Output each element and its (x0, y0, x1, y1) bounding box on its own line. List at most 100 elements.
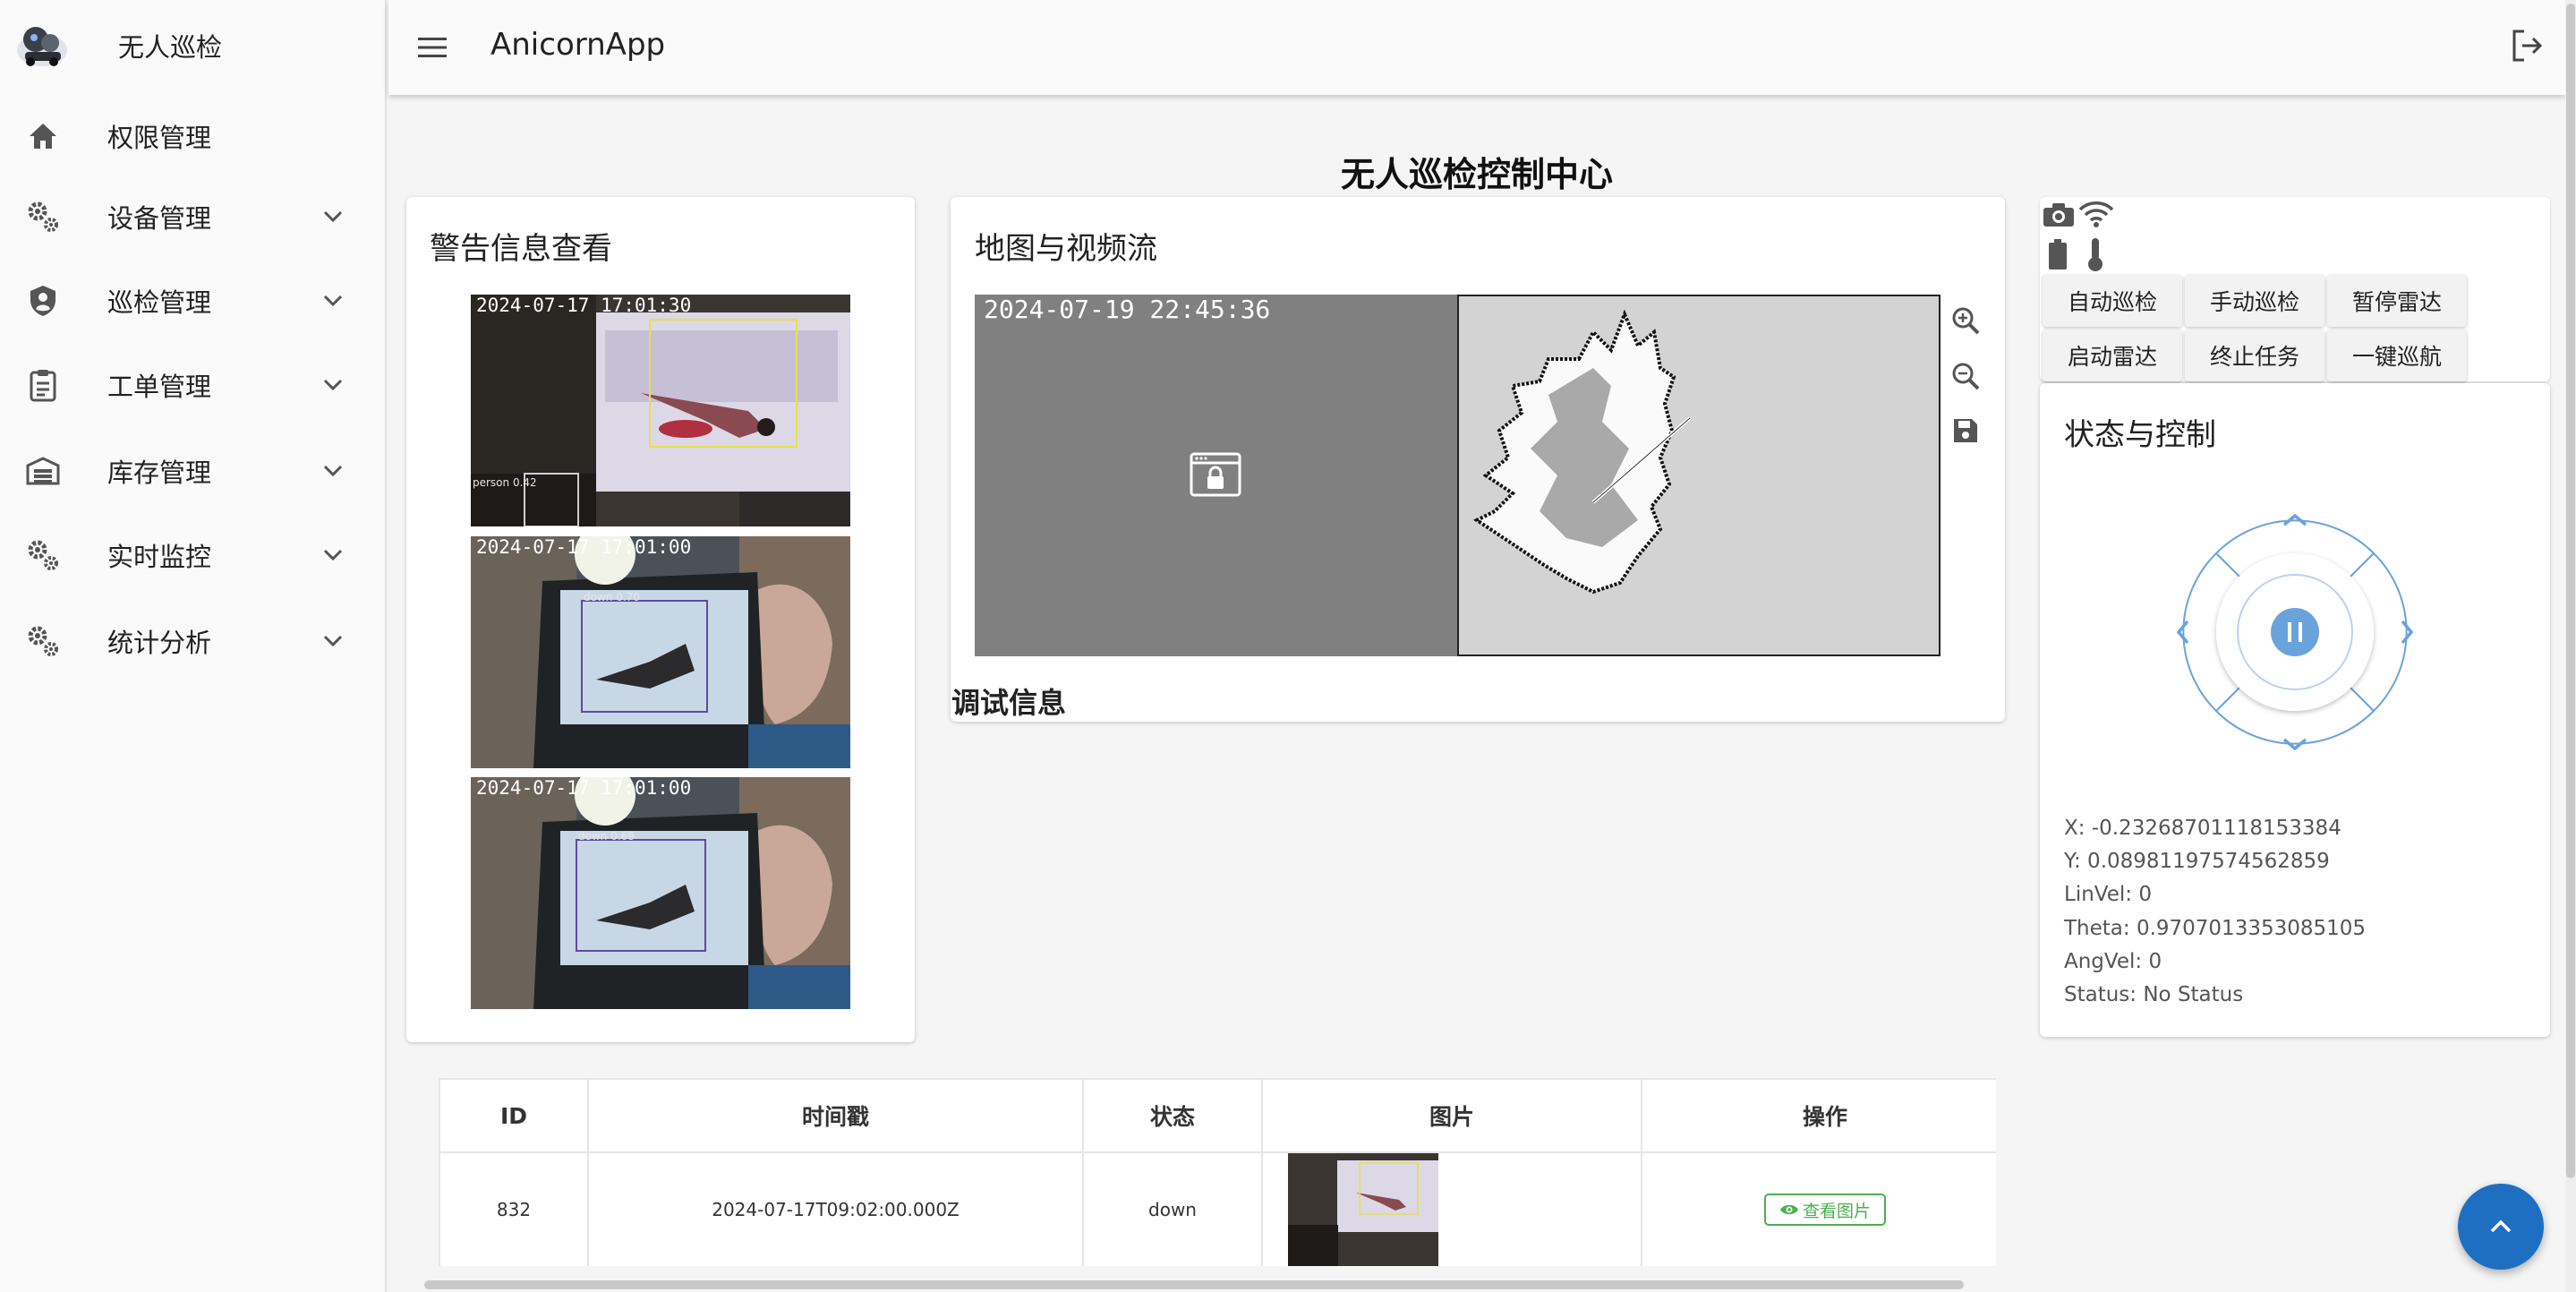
alert-photo: down 0.70 (471, 536, 850, 768)
eye-icon (1779, 1204, 1798, 1215)
zoom-in-button[interactable] (1948, 303, 1983, 338)
readout-x: X: -0.23268701118153384 (2064, 817, 2341, 840)
terminate-task-button[interactable]: 终止任务 (2185, 329, 2324, 381)
top-app-bar: AnicornApp (388, 0, 2565, 95)
warehouse-icon (25, 453, 61, 489)
sidebar-item-label: 库存管理 (107, 458, 212, 488)
readout-y: Y: 0.08981197574562859 (2064, 850, 2330, 873)
sidebar-item-label: 实时监控 (107, 542, 212, 572)
cell-action: 查看图片 (1642, 1153, 1996, 1266)
chevron-down-icon (317, 369, 349, 401)
alert-card-title: 警告信息查看 (430, 231, 612, 267)
alert-card: 警告信息查看 person 0.42 2024-07-17 17:01:30 d… (406, 197, 915, 1042)
debug-info-title: 调试信息 (951, 686, 1067, 720)
direction-joystick (2176, 513, 2414, 751)
alert-timestamp: 2024-07-17 17:01:30 (476, 295, 692, 316)
detection-label: person 0.42 (473, 476, 537, 489)
clipboard-icon (25, 367, 61, 403)
page-title: 无人巡检控制中心 (1340, 155, 1613, 194)
camera-icon (2043, 203, 2074, 227)
sidebar-item-workorders[interactable]: 工单管理 (0, 349, 387, 421)
alert-image[interactable]: person 0.42 2024-07-17 17:01:30 (471, 295, 850, 526)
readout-linvel: LinVel: 0 (2064, 883, 2152, 906)
locked-window-icon (1190, 452, 1241, 497)
chevron-down-icon (317, 625, 349, 657)
sidebar-item-label: 工单管理 (107, 372, 212, 402)
vertical-scrollbar-thumb[interactable] (2566, 4, 2575, 1178)
chevron-down-icon (317, 455, 349, 487)
logout-icon (2512, 30, 2543, 62)
battery-icon (2049, 239, 2067, 270)
column-header-status: 状态 (1084, 1080, 1263, 1153)
save-icon (1954, 419, 1977, 442)
wifi-icon (2078, 201, 2114, 227)
sidebar-item-inspection[interactable]: 巡检管理 (0, 265, 387, 337)
hamburger-icon (418, 38, 447, 57)
app-title: AnicornApp (490, 27, 666, 63)
start-lidar-button[interactable]: 启动雷达 (2043, 329, 2182, 381)
zoom-in-icon (1952, 307, 1980, 335)
thermometer-icon (2088, 238, 2103, 271)
sidebar-item-label: 统计分析 (107, 628, 212, 658)
gears-icon (25, 537, 61, 573)
alert-image[interactable]: down 0.70 2024-07-17 17:01:00 (471, 536, 850, 768)
sidebar-item-label: 巡检管理 (107, 287, 212, 318)
joystick-center-pause-button[interactable] (2216, 553, 2374, 711)
cell-status: down (1084, 1153, 1263, 1266)
one-click-cruise-button[interactable]: 一键巡航 (2327, 329, 2467, 381)
alert-image[interactable]: down 0.68 2024-07-17 17:01:00 (471, 777, 850, 1009)
video-stream[interactable]: 2024-07-19 22:45:36 (975, 295, 1458, 656)
alert-photo: person 0.42 (471, 295, 850, 526)
auto-patrol-button[interactable]: 自动巡检 (2043, 275, 2182, 327)
status-control-title: 状态与控制 (2064, 417, 2216, 453)
sidebar-item-statistics[interactable]: 统计分析 (0, 605, 387, 677)
view-image-label: 查看图片 (1802, 1201, 1871, 1221)
shield-icon (25, 283, 61, 319)
alert-photo: down 0.68 (471, 777, 850, 1009)
brand: 无人巡检 (0, 0, 387, 90)
view-image-button[interactable]: 查看图片 (1764, 1194, 1886, 1226)
column-header-id: ID (440, 1080, 589, 1153)
sidebar-item-label: 权限管理 (107, 123, 212, 153)
sidebar: 无人巡检 权限管理 设备管理 巡检管理 工单管理 库存管理 实时监控 统计分析 (0, 0, 387, 1292)
sidebar-item-devices[interactable]: 设备管理 (0, 181, 387, 252)
readout-angvel: AngVel: 0 (2064, 950, 2162, 973)
logout-button[interactable] (2506, 25, 2547, 66)
sidebar-item-label: 设备管理 (107, 203, 212, 234)
alert-timestamp: 2024-07-17 17:01:00 (476, 777, 692, 799)
scroll-to-top-button[interactable] (2458, 1184, 2544, 1270)
robot-logo-icon (17, 27, 67, 66)
sidebar-item-monitoring[interactable]: 实时监控 (0, 519, 387, 591)
chevron-down-icon (317, 285, 349, 317)
map-scan (1473, 309, 1692, 595)
alert-timestamp: 2024-07-17 17:01:00 (476, 536, 692, 558)
readout-status: Status: No Status (2064, 983, 2244, 1006)
column-header-timestamp: 时间戳 (589, 1080, 1084, 1153)
gears-icon (25, 623, 61, 659)
cell-timestamp: 2024-07-17T09:02:00.000Z (589, 1153, 1084, 1266)
sidebar-item-inventory[interactable]: 库存管理 (0, 435, 387, 507)
column-header-action: 操作 (1642, 1080, 1996, 1153)
chevron-down-icon (317, 201, 349, 233)
lidar-map[interactable] (1457, 295, 1941, 656)
detection-label: down 0.68 (578, 830, 635, 843)
manual-patrol-button[interactable]: 手动巡检 (2185, 275, 2324, 327)
video-timestamp: 2024-07-19 22:45:36 (984, 295, 1271, 324)
zoom-out-button[interactable] (1948, 358, 1983, 394)
gears-icon (25, 199, 61, 235)
brand-name: 无人巡检 (118, 32, 223, 63)
sidebar-item-permissions[interactable]: 权限管理 (0, 100, 387, 172)
chevron-up-icon (2490, 1219, 2512, 1233)
table-horizontal-scrollbar[interactable] (424, 1280, 1964, 1289)
column-header-image: 图片 (1263, 1080, 1642, 1153)
detection-label: down 0.70 (584, 591, 640, 603)
pause-lidar-button[interactable]: 暂停雷达 (2327, 275, 2467, 327)
home-icon (25, 118, 61, 154)
alert-records-table: ID 时间戳 状态 图片 操作 832 2024-07-17T09:02:00.… (439, 1078, 1996, 1266)
zoom-out-icon (1952, 363, 1980, 390)
cell-image (1263, 1153, 1642, 1266)
cell-id: 832 (440, 1153, 589, 1266)
hamburger-menu-button[interactable] (412, 27, 453, 68)
save-map-button[interactable] (1948, 413, 1983, 449)
record-thumbnail[interactable] (1288, 1153, 1438, 1266)
